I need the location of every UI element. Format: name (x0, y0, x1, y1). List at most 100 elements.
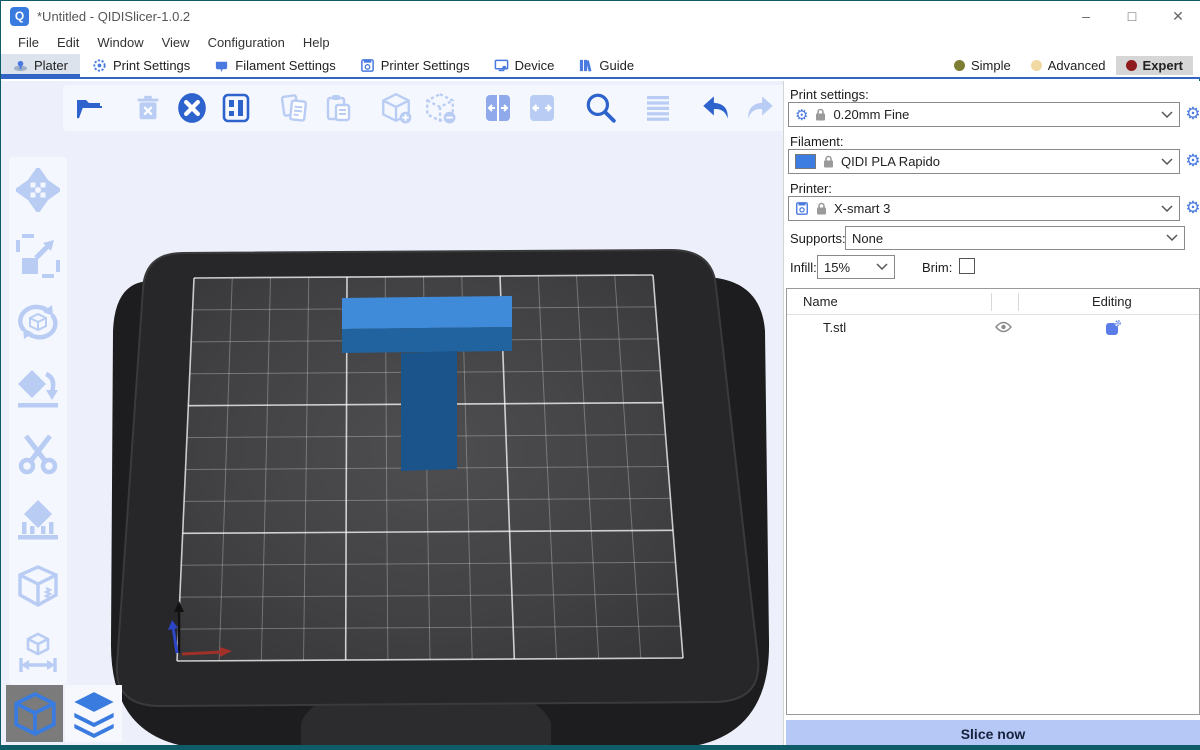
infill-combo[interactable]: 15% (817, 255, 895, 279)
expert-mode-dot-icon (1126, 60, 1137, 71)
menu-edit[interactable]: Edit (48, 33, 88, 52)
mode-selector: Simple Advanced Expert (944, 54, 1200, 77)
mode-expert[interactable]: Expert (1116, 56, 1193, 75)
maximize-button[interactable]: □ (1109, 1, 1155, 31)
tab-plater[interactable]: Plater (1, 54, 80, 77)
guide-icon (578, 58, 593, 73)
column-name: Name (803, 294, 838, 309)
tab-device[interactable]: Device (482, 54, 567, 77)
menu-window[interactable]: Window (88, 33, 152, 52)
move-icon[interactable] (15, 167, 61, 213)
print-settings-gear-button[interactable]: ⚙ (1183, 103, 1200, 125)
printer-gear-button[interactable]: ⚙ (1183, 197, 1200, 219)
split-objects-icon[interactable] (479, 89, 517, 127)
app-logo-icon: Q (10, 7, 29, 26)
filament-color-swatch (795, 154, 816, 169)
seam-painting-icon[interactable] (15, 563, 61, 609)
chevron-down-icon (1166, 234, 1178, 242)
printer-combo[interactable]: X-smart 3 (788, 196, 1180, 221)
mode-simple[interactable]: Simple (944, 56, 1021, 75)
tab-printer-settings-label: Printer Settings (381, 58, 470, 73)
delete-all-icon[interactable] (173, 89, 211, 127)
tab-guide[interactable]: Guide (566, 54, 646, 77)
menu-view[interactable]: View (153, 33, 199, 52)
tab-filament-settings[interactable]: Filament Settings (202, 54, 347, 77)
undo-icon[interactable] (697, 89, 735, 127)
chevron-down-icon (876, 263, 888, 271)
mode-simple-label: Simple (971, 58, 1011, 73)
chevron-down-icon (1161, 205, 1173, 213)
brim-checkbox[interactable] (959, 258, 975, 274)
rotate-icon[interactable] (15, 299, 61, 345)
object-row-tstl[interactable]: T.stl (787, 315, 1199, 341)
tab-print-settings[interactable]: Print Settings (80, 54, 202, 77)
search-icon[interactable] (581, 89, 619, 127)
tab-print-settings-label: Print Settings (113, 58, 190, 73)
object-name: T.stl (823, 320, 846, 335)
simple-mode-dot-icon (954, 60, 965, 71)
tab-plater-label: Plater (34, 58, 68, 73)
slice-now-label: Slice now (961, 726, 1026, 742)
bed-handle-recess (301, 699, 551, 747)
column-editing: Editing (1092, 294, 1132, 309)
eye-icon[interactable] (995, 321, 1012, 336)
measure-icon[interactable] (15, 629, 61, 675)
advanced-mode-dot-icon (1031, 60, 1042, 71)
delete-icon[interactable] (129, 89, 167, 127)
paste-icon[interactable] (319, 89, 357, 127)
object-list-header: Name Editing (787, 289, 1199, 315)
remove-instance-icon[interactable] (421, 89, 459, 127)
infill-value: 15% (824, 260, 850, 275)
menu-configuration[interactable]: Configuration (199, 33, 294, 52)
mode-advanced[interactable]: Advanced (1021, 56, 1116, 75)
menu-help[interactable]: Help (294, 33, 339, 52)
slice-now-button[interactable]: Slice now (786, 720, 1200, 748)
printer-value: X-smart 3 (834, 201, 890, 216)
lock-icon (815, 108, 826, 121)
tab-printer-settings[interactable]: Printer Settings (348, 54, 482, 77)
tab-filament-settings-label: Filament Settings (235, 58, 335, 73)
left-toolbar (9, 157, 67, 685)
tab-guide-label: Guide (599, 58, 634, 73)
print-settings-icon (92, 58, 107, 73)
right-panel: Print settings: ⚙ 0.20mm Fine ⚙ Filament… (783, 81, 1200, 747)
cut-icon[interactable] (15, 431, 61, 477)
print-bed-scene (1, 81, 783, 747)
device-icon (494, 58, 509, 73)
minimize-button[interactable]: – (1063, 1, 1109, 31)
chevron-down-icon (1161, 111, 1173, 119)
layers-icon (70, 690, 118, 738)
menu-file[interactable]: File (9, 33, 48, 52)
mode-advanced-label: Advanced (1048, 58, 1106, 73)
redo-icon[interactable] (741, 89, 779, 127)
add-instance-icon[interactable] (377, 89, 415, 127)
print-settings-combo[interactable]: ⚙ 0.20mm Fine (788, 102, 1180, 127)
print-settings-label: Print settings: (790, 87, 869, 102)
split-parts-icon[interactable] (523, 89, 561, 127)
filament-combo[interactable]: QIDI PLA Rapido (788, 149, 1180, 174)
mode-expert-label: Expert (1143, 58, 1183, 73)
scale-icon[interactable] (15, 233, 61, 279)
supports-combo[interactable]: None (845, 226, 1185, 250)
variable-layer-height-icon[interactable] (639, 89, 677, 127)
title-bar: Q *Untitled - QIDISlicer-1.0.2 – □ ✕ (1, 1, 1200, 31)
paint-supports-icon[interactable] (15, 497, 61, 543)
filament-gear-button[interactable]: ⚙ (1183, 150, 1200, 172)
filament-label: Filament: (790, 134, 843, 149)
3d-viewport[interactable] (1, 81, 783, 747)
copy-icon[interactable] (275, 89, 313, 127)
printer-icon (795, 201, 809, 216)
supports-value: None (852, 231, 883, 246)
preview-view-button[interactable] (65, 685, 122, 742)
brim-label: Brim: (922, 260, 952, 275)
editor-view-button[interactable] (6, 685, 63, 742)
menu-bar: File Edit Window View Configuration Help (1, 31, 1200, 54)
close-button[interactable]: ✕ (1155, 1, 1200, 31)
lock-icon (816, 202, 827, 215)
editing-icon[interactable] (1105, 319, 1122, 339)
window-bottom-border (1, 745, 1200, 749)
open-icon[interactable] (71, 89, 109, 127)
place-on-face-icon[interactable] (15, 365, 61, 411)
view-toggle (6, 685, 122, 742)
arrange-icon[interactable] (217, 89, 255, 127)
